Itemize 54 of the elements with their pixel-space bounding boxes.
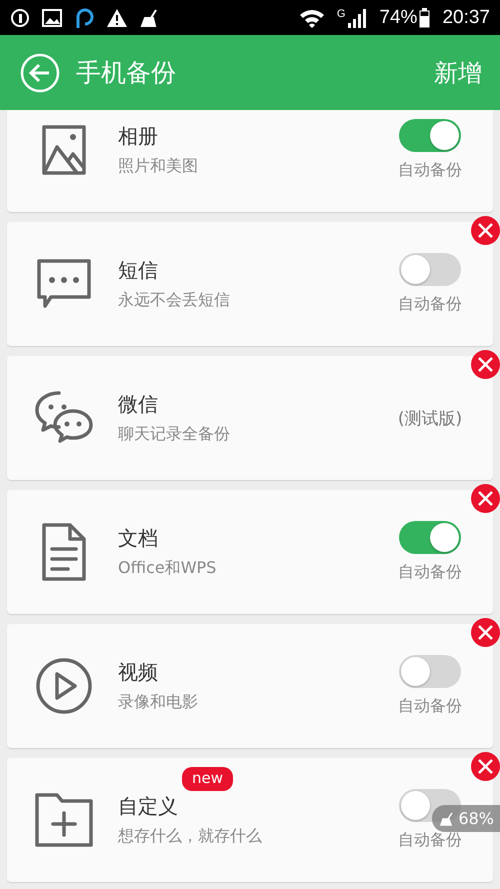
close-icon — [478, 491, 493, 506]
new-badge: new — [182, 767, 234, 791]
switch-label: 自动备份 — [398, 160, 462, 181]
broom-icon — [140, 8, 158, 26]
battery-level: 74% — [379, 6, 418, 28]
signal-icon — [347, 8, 368, 28]
auto-backup-switch[interactable] — [399, 119, 461, 152]
page-title: 手机备份 — [76, 57, 177, 89]
chat-bubbles-icon — [35, 391, 93, 445]
item-title: 文档 — [118, 525, 158, 552]
folder-plus-icon — [35, 793, 93, 847]
network-type: G — [336, 8, 346, 20]
floating-widget[interactable]: 68% — [432, 805, 500, 832]
close-icon — [478, 625, 493, 640]
item-subtitle: 照片和美图 — [118, 156, 199, 177]
image-icon — [42, 125, 86, 175]
close-button[interactable] — [471, 216, 500, 245]
switch-label: 自动备份 — [398, 830, 462, 851]
close-icon — [478, 223, 493, 238]
add-button[interactable]: 新增 — [434, 56, 482, 88]
item-subtitle: 聊天记录全备份 — [118, 424, 231, 445]
close-icon — [478, 759, 493, 774]
back-button[interactable] — [20, 52, 60, 92]
broom-icon — [440, 812, 454, 826]
item-subtitle: 永远不会丢短信 — [118, 290, 231, 311]
image-icon — [42, 8, 62, 28]
close-button[interactable] — [471, 752, 500, 781]
auto-backup-switch[interactable] — [399, 521, 461, 554]
warning-icon — [106, 8, 128, 28]
item-title: 相册 — [118, 123, 158, 150]
beta-note: (测试版) — [398, 408, 462, 430]
battery-icon — [419, 8, 430, 28]
item-subtitle: Office和WPS — [118, 558, 218, 579]
item-title: 自定义 — [118, 793, 178, 820]
close-icon — [478, 357, 493, 372]
auto-backup-switch[interactable] — [399, 253, 461, 286]
clock: 20:37 — [442, 6, 490, 28]
switch-label: 自动备份 — [398, 562, 462, 583]
close-button[interactable] — [471, 350, 500, 379]
close-button[interactable] — [471, 618, 500, 647]
message-icon — [37, 259, 91, 309]
switch-label: 自动备份 — [398, 294, 462, 315]
circle-app-icon — [74, 6, 94, 28]
item-subtitle: 想存什么，就存什么 — [118, 826, 263, 847]
item-title: 短信 — [118, 257, 158, 284]
close-button[interactable] — [471, 484, 500, 513]
auto-backup-switch[interactable] — [399, 655, 461, 688]
switch-label: 自动备份 — [398, 696, 462, 717]
document-icon — [42, 523, 86, 581]
item-subtitle: 录像和电影 — [118, 692, 199, 713]
wifi-icon — [298, 8, 325, 28]
play-icon — [35, 657, 93, 715]
item-title: 微信 — [118, 391, 158, 418]
item-title: 视频 — [118, 659, 158, 686]
